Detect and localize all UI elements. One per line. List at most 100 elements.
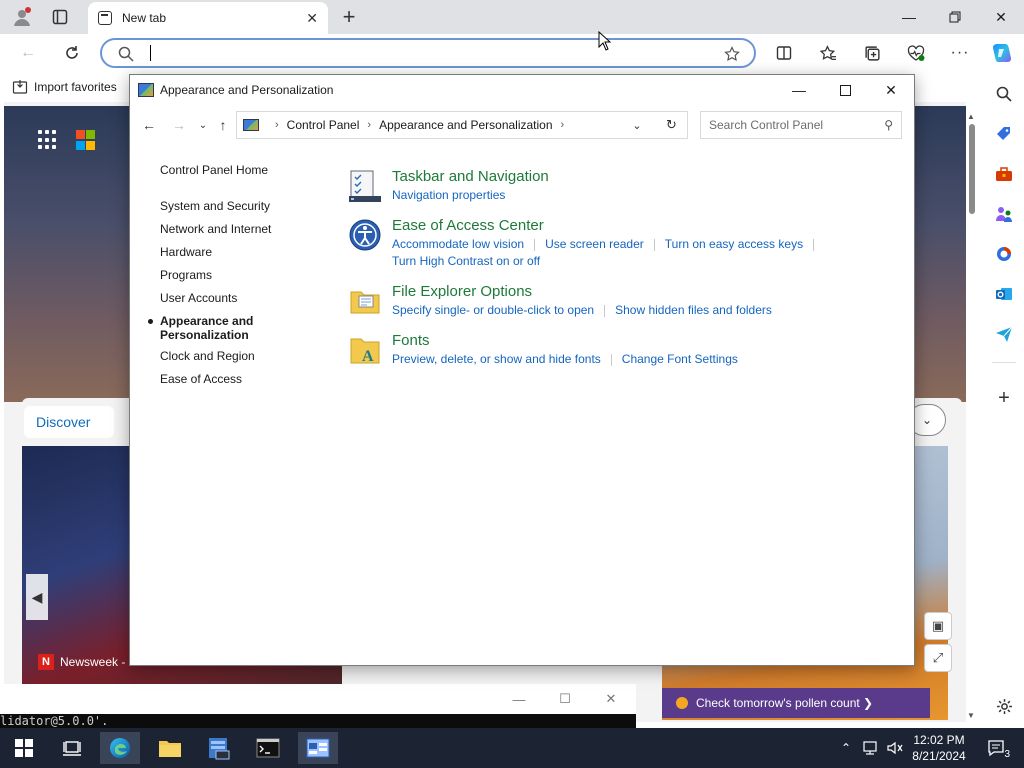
sidebar-search-button[interactable] [990,80,1018,108]
outlook-icon [996,288,1012,300]
use-screen-reader-link[interactable]: Use screen reader [545,237,644,251]
sidebar-add-button[interactable]: + [990,384,1018,412]
network-button[interactable] [860,728,882,768]
scrollbar-thumb[interactable] [969,124,975,214]
cp-close-button[interactable]: ✕ [868,75,914,105]
taskbar-control-panel[interactable] [298,732,338,764]
taskbar-terminal[interactable] [248,732,288,764]
clock[interactable]: 12:02 PM 8/21/2024 [906,732,972,764]
breadcrumb-chevron-icon[interactable]: › [367,119,371,131]
show-hidden-files-link[interactable]: Show hidden files and folders [615,303,772,317]
sidebar-settings-button[interactable] [990,692,1018,720]
task-view-button[interactable] [52,732,92,764]
discover-tab[interactable]: Discover [24,406,114,438]
feedback-button[interactable]: ▣ [924,612,952,640]
breadcrumb-appearance[interactable]: Appearance and Personalization [379,118,552,132]
nav-network-internet[interactable]: Network and Internet [160,222,330,245]
cp-maximize-button[interactable] [822,75,868,105]
taskbar-server-manager[interactable] [198,732,238,764]
single-double-click-link[interactable]: Specify single- or double-click to open [392,303,594,317]
scroll-up-icon[interactable]: ▲ [967,112,975,121]
edge-sidebar: + [984,72,1024,728]
search-icon [996,86,1012,102]
volume-button[interactable] [884,728,906,768]
recent-locations-button[interactable]: ⌄ [192,115,214,135]
pollen-banner[interactable]: Check tomorrow's pollen count ❯ [662,688,930,718]
nav-user-accounts[interactable]: User Accounts [160,291,330,314]
console-maximize-button[interactable]: ☐ [554,690,576,708]
nav-forward-button[interactable]: → [168,115,190,135]
back-button[interactable]: ← [14,39,42,67]
category-title[interactable]: Taskbar and Navigation [392,167,908,187]
settings-more-button[interactable]: ··· [946,39,974,67]
sidebar-shopping-button[interactable] [990,120,1018,148]
nav-clock-region[interactable]: Clock and Region [160,349,330,372]
search-input[interactable] [709,118,877,132]
browser-restore-button[interactable] [932,0,978,34]
sidebar-games-button[interactable] [990,200,1018,228]
sidebar-send-button[interactable] [990,320,1018,348]
sun-icon [676,697,688,709]
console-minimize-button[interactable]: — [508,690,530,708]
category-list: Taskbar and Navigation Navigation proper… [348,167,908,380]
breadcrumb-chevron-icon[interactable]: › [275,119,279,131]
refresh-button[interactable]: ↻ [656,111,688,139]
close-tab-icon[interactable]: ✕ [306,10,318,27]
address-bar[interactable] [100,38,756,68]
navigation-properties-link[interactable]: Navigation properties [392,188,505,202]
favorites-button[interactable] [814,39,842,67]
nav-ease-of-access[interactable]: Ease of Access [160,372,330,395]
taskbar-edge[interactable] [100,732,140,764]
breadcrumb-chevron-icon[interactable]: › [561,119,565,131]
nav-hardware[interactable]: Hardware [160,245,330,268]
refresh-button[interactable] [58,39,86,67]
nav-programs[interactable]: Programs [160,268,330,291]
browser-close-button[interactable]: ✕ [978,0,1024,34]
browser-essentials-button[interactable] [902,39,930,67]
copilot-button[interactable] [988,39,1016,67]
import-favorites-link[interactable]: Import favorites [12,79,117,95]
console-close-button[interactable]: ✕ [600,690,622,708]
send-icon [996,326,1013,342]
address-dropdown-button[interactable]: ⌄ [622,111,652,139]
favorite-star-icon[interactable] [724,46,740,62]
change-font-settings-link[interactable]: Change Font Settings [622,352,738,366]
expand-button[interactable]: ⤢ [924,644,952,672]
carousel-previous-button[interactable]: ◀ [26,574,48,620]
show-hidden-icons-button[interactable]: ⌃ [836,728,856,768]
category-title[interactable]: Fonts [392,331,908,351]
control-panel-home-link[interactable]: Control Panel Home [160,163,330,177]
new-tab-button[interactable]: + [336,4,362,30]
easy-access-keys-link[interactable]: Turn on easy access keys [665,237,803,251]
nav-appearance-personalization[interactable]: Appearance and Personalization [148,314,330,349]
high-contrast-link[interactable]: Turn High Contrast on or off [392,254,540,268]
tab-actions-button[interactable] [44,3,76,31]
taskbar-file-explorer[interactable] [150,732,190,764]
tab-new-tab[interactable]: New tab ✕ [88,2,328,34]
start-button[interactable] [4,732,44,764]
category-title[interactable]: File Explorer Options [392,282,908,302]
collections-button[interactable] [858,39,886,67]
new-tab-favicon-icon [98,11,112,25]
notification-center-button[interactable]: 3 [982,734,1010,762]
breadcrumb-control-panel[interactable]: Control Panel [287,118,360,132]
sidebar-m365-button[interactable] [990,240,1018,268]
nav-up-button[interactable]: ↑ [212,115,234,135]
sidebar-outlook-button[interactable] [990,280,1018,308]
browser-minimize-button[interactable]: — [886,0,932,34]
breadcrumb[interactable]: › Control Panel › Appearance and Persona… [236,111,688,139]
page-scrollbar[interactable]: ▲ ▼ [966,110,978,722]
app-launcher-icon[interactable] [38,130,58,150]
search-box[interactable]: ⚲ [700,111,902,139]
nav-system-security[interactable]: System and Security [160,199,330,222]
category-title[interactable]: Ease of Access Center [392,216,908,236]
profile-button[interactable] [6,3,38,31]
nav-back-button[interactable]: ← [138,115,160,135]
split-screen-button[interactable] [770,39,798,67]
favorites-icon [819,44,836,60]
scroll-down-icon[interactable]: ▼ [967,711,975,720]
cp-minimize-button[interactable]: — [776,75,822,105]
sidebar-tools-button[interactable] [990,160,1018,188]
accommodate-low-vision-link[interactable]: Accommodate low vision [392,237,524,251]
preview-fonts-link[interactable]: Preview, delete, or show and hide fonts [392,352,601,366]
